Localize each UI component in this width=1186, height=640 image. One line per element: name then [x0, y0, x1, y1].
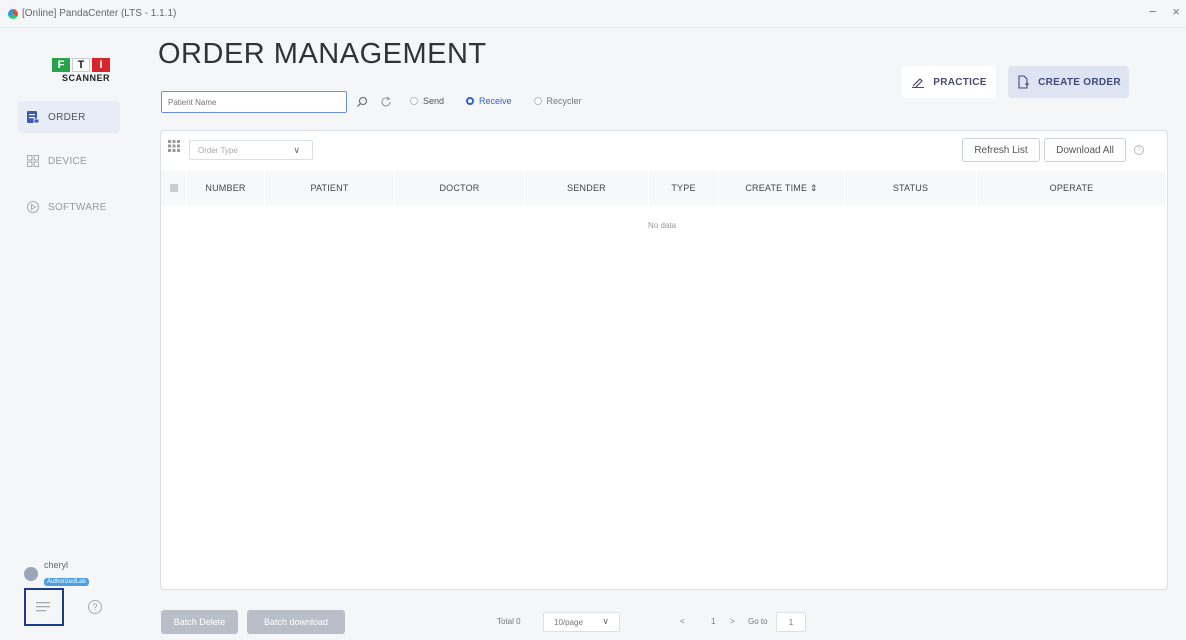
column-header-patient[interactable]: PATIENT: [265, 171, 395, 205]
practice-button[interactable]: PRACTICE: [902, 66, 996, 98]
search-icon[interactable]: [356, 96, 368, 108]
table-header: NUMBER PATIENT DOCTOR SENDER TYPE CREATE…: [161, 171, 1167, 205]
menu-button[interactable]: [24, 588, 64, 626]
radio-recycler[interactable]: Recycler: [533, 96, 582, 106]
batch-download-button[interactable]: Batch download: [247, 610, 345, 634]
help-icon[interactable]: ?: [88, 600, 102, 614]
user-profile[interactable]: cheryl AuthorizedLab: [24, 560, 89, 588]
software-icon: [27, 201, 39, 213]
page-size-select[interactable]: 10/page ∨: [543, 612, 620, 632]
page-number[interactable]: 1: [711, 617, 715, 626]
sidebar-item-software[interactable]: SOFTWARE: [18, 191, 120, 223]
prev-page-button[interactable]: <: [680, 617, 685, 626]
total-count: Total 0: [497, 617, 521, 626]
column-header-status[interactable]: STATUS: [845, 171, 977, 205]
sidebar: F T I SCANNER ORDER DEVICE SOFTWARE cher…: [0, 28, 140, 640]
page-title: ORDER MANAGEMENT: [158, 38, 487, 70]
create-order-button[interactable]: CREATE ORDER: [1008, 66, 1129, 98]
checkbox-icon: [169, 184, 178, 192]
sidebar-item-order[interactable]: ORDER: [18, 101, 120, 133]
device-icon: [27, 155, 39, 167]
page-size-value: 10/page: [554, 617, 583, 627]
column-settings-icon[interactable]: [168, 140, 180, 152]
sidebar-item-label: DEVICE: [48, 155, 88, 167]
next-page-button[interactable]: >: [730, 617, 735, 626]
user-role-badge: AuthorizedLab: [44, 578, 89, 586]
radio-dot: [410, 97, 418, 105]
column-header-number[interactable]: NUMBER: [187, 171, 265, 205]
logo-letter-f: F: [52, 58, 70, 72]
radio-label: Recycler: [546, 96, 582, 106]
avatar: [24, 567, 38, 581]
radio-dot: [533, 97, 542, 105]
app-icon: [8, 8, 18, 19]
refresh-list-button[interactable]: Refresh List: [962, 138, 1040, 162]
column-header-type[interactable]: TYPE: [649, 171, 719, 205]
chevron-down-icon: ∨: [602, 616, 609, 626]
column-header-doctor[interactable]: DOCTOR: [395, 171, 525, 205]
direction-filter: Send Receive Recycler: [410, 96, 582, 106]
new-document-icon: [1018, 75, 1030, 89]
goto-page-input[interactable]: 1: [776, 612, 806, 632]
close-button[interactable]: ×: [1172, 4, 1180, 19]
fti-scanner-logo: F T I SCANNER: [52, 58, 122, 98]
batch-delete-button[interactable]: Batch Delete: [161, 610, 238, 634]
practice-label: PRACTICE: [933, 76, 987, 88]
logo-text: SCANNER: [62, 73, 111, 83]
window-title: [Online] PandaCenter (LTS - 1.1.1): [22, 8, 177, 19]
order-type-select[interactable]: Order Type ∨: [189, 140, 313, 160]
pen-icon: [912, 78, 925, 88]
radio-label: Send: [423, 96, 445, 106]
radio-label: Receive: [479, 96, 512, 106]
info-icon[interactable]: ?: [1134, 145, 1144, 155]
column-header-operate[interactable]: OPERATE: [977, 171, 1167, 205]
patient-name-search-input[interactable]: [161, 91, 347, 113]
logo-letter-t: T: [72, 58, 90, 72]
minimize-button[interactable]: −: [1149, 4, 1157, 19]
download-all-button[interactable]: Download All: [1044, 138, 1126, 162]
chevron-down-icon: ∨: [293, 145, 300, 155]
column-header-create-time[interactable]: CREATE TIME ⇕: [719, 171, 845, 205]
empty-state-text: No data: [648, 221, 677, 230]
reset-icon[interactable]: [380, 96, 392, 108]
column-header-sender[interactable]: SENDER: [525, 171, 649, 205]
radio-dot: [466, 97, 475, 105]
radio-receive[interactable]: Receive: [466, 96, 512, 106]
select-all-checkbox[interactable]: [161, 171, 187, 205]
order-type-placeholder: Order Type: [198, 145, 238, 155]
sidebar-item-label: SOFTWARE: [48, 201, 107, 213]
radio-send[interactable]: Send: [410, 96, 444, 106]
create-order-label: CREATE ORDER: [1038, 76, 1121, 88]
window-titlebar: [Online] PandaCenter (LTS - 1.1.1) − ×: [0, 0, 1186, 28]
goto-label: Go to: [748, 617, 768, 626]
user-name: cheryl: [44, 560, 69, 570]
logo-letter-i: I: [92, 58, 110, 72]
sidebar-item-device[interactable]: DEVICE: [18, 145, 120, 177]
sidebar-item-label: ORDER: [48, 111, 86, 123]
menu-icon: [36, 602, 50, 612]
order-icon: [27, 111, 40, 124]
